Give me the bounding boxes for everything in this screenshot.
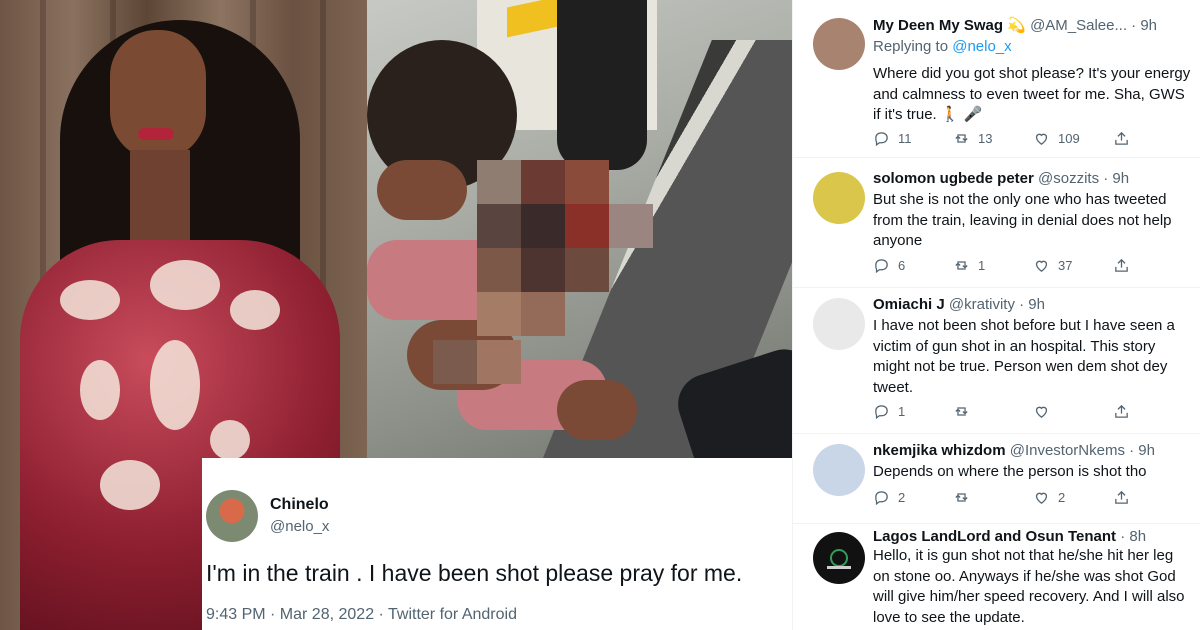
reply-text: But she is not the only one who has twee… [873,191,1172,249]
like-icon [1035,133,1048,145]
tweet-avatar[interactable] [206,490,258,542]
retweet-button[interactable]: 13 [953,128,1033,148]
retweet-button[interactable]: 1 [953,255,1033,275]
retweet-icon [955,406,968,416]
replying-to-mention[interactable]: @nelo_x [952,38,1011,55]
tweet-text: I'm in the train . I have been shot plea… [206,560,743,586]
reply-author-name[interactable]: Omiachi J [873,296,945,313]
reply-avatar[interactable] [813,444,865,496]
reply-author-handle[interactable]: @sozzits · 9h [1038,170,1129,187]
tweet-author-name[interactable]: Chinelo [270,496,329,514]
reply-icon [875,404,888,419]
reply-button[interactable]: 2 [873,487,953,507]
like-button[interactable]: 109 [1033,128,1113,148]
retweet-count: 13 [978,130,993,146]
reply-item[interactable]: nkemjika whizdom @InvestorNkems · 9h Dep… [793,434,1200,524]
reply-author-name[interactable]: nkemjika whizdom [873,442,1006,459]
share-icon [1115,131,1128,145]
reply-avatar[interactable] [813,532,865,584]
reply-item[interactable]: solomon ugbede peter @sozzits · 9h But s… [793,158,1200,288]
reply-button[interactable]: 6 [873,255,953,275]
reply-author-handle[interactable]: · 8h [1120,528,1146,545]
reply-avatar[interactable] [813,298,865,350]
retweet-icon [955,492,968,502]
reply-button[interactable]: 11 [873,128,953,148]
reply-text: Depends on where the person is shot tho [873,463,1147,480]
share-icon [1115,404,1128,418]
share-button[interactable] [1113,401,1143,421]
like-icon [1035,406,1048,418]
retweet-icon [955,133,968,143]
reply-count: 2 [898,489,906,505]
reply-icon [875,490,888,505]
reply-text: Where did you got shot please? It's your… [873,65,1191,123]
reply-author-name[interactable]: Lagos LandLord and Osun Tenant [873,528,1116,545]
like-button[interactable]: 37 [1033,255,1113,275]
reply-avatar[interactable] [813,172,865,224]
like-count: 109 [1058,130,1080,146]
replies-column: My Deen My Swag 💫 @AM_Salee... · 9h Repl… [792,0,1200,630]
embedded-tweet[interactable]: Chinelo @nelo_x I'm in the train . I hav… [202,458,792,630]
reply-author-name[interactable]: solomon ugbede peter [873,170,1034,187]
reply-text: Hello, it is gun shot not that he/she hi… [873,547,1185,626]
share-icon [1115,490,1128,504]
reply-author-name[interactable]: My Deen My Swag 💫 [873,17,1026,34]
reply-icon [875,258,888,273]
share-button[interactable] [1113,487,1143,507]
like-icon [1035,260,1048,272]
reply-author-handle[interactable]: @InvestorNkems · 9h [1010,442,1155,459]
like-icon [1035,492,1048,504]
reply-author-handle[interactable]: @krativity · 9h [949,296,1045,313]
like-button[interactable] [1033,401,1113,421]
logo-icon [827,549,851,569]
share-button[interactable] [1113,128,1143,148]
like-count: 2 [1058,489,1066,505]
reply-avatar[interactable] [813,18,865,70]
tweet-timestamp[interactable]: 9:43 PM · Mar 28, 2022 · Twitter for And… [206,606,517,624]
share-button[interactable] [1113,255,1143,275]
reply-text: I have not been shot before but I have s… [873,317,1175,396]
retweet-icon [955,260,968,270]
reply-count: 1 [898,403,906,419]
retweet-button[interactable] [953,487,1033,507]
reply-author-handle[interactable]: @AM_Salee... · 9h [1030,17,1157,34]
tweet-author-handle[interactable]: @nelo_x [270,518,329,535]
retweet-count: 1 [978,257,986,273]
replying-to: Replying to @nelo_x [873,38,1012,55]
reply-button[interactable]: 1 [873,401,953,421]
like-button[interactable]: 2 [1033,487,1113,507]
reply-item[interactable]: Omiachi J @krativity · 9h I have not bee… [793,288,1200,434]
replying-to-label: Replying to [873,38,953,55]
reply-count: 11 [898,130,912,146]
retweet-button[interactable] [953,401,1033,421]
reply-icon [875,131,888,146]
share-icon [1115,258,1128,272]
reply-item[interactable]: My Deen My Swag 💫 @AM_Salee... · 9h Repl… [793,0,1200,158]
reply-item[interactable]: Lagos LandLord and Osun Tenant · 8h Hell… [793,524,1200,630]
like-count: 37 [1058,257,1073,273]
reply-count: 6 [898,257,906,273]
blurred-scene-photo [367,0,792,458]
